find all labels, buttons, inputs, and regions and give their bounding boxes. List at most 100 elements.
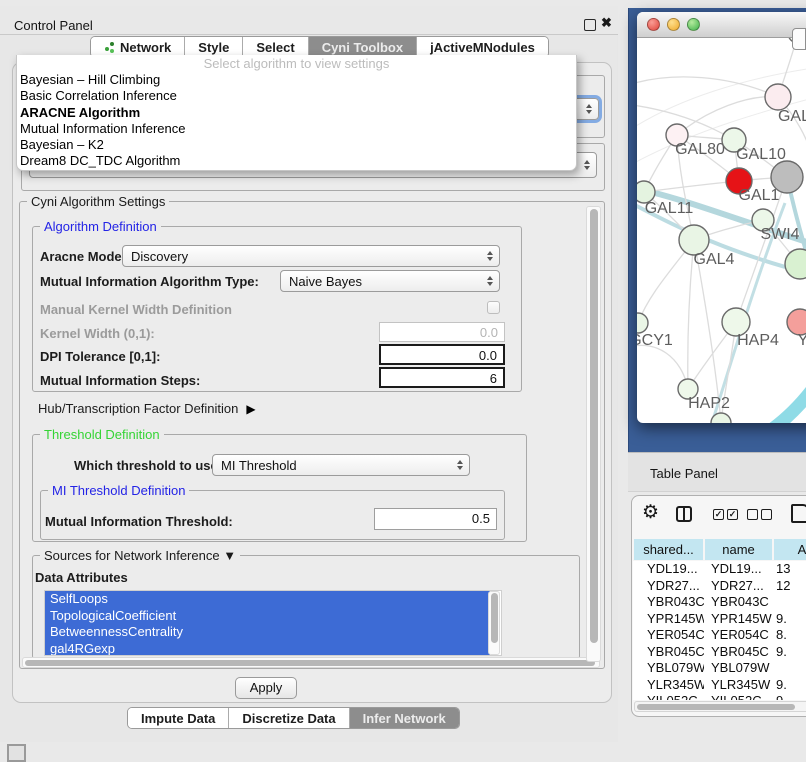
mi-threshold-field[interactable]: 0.5 (374, 508, 497, 530)
close-window-icon[interactable] (647, 18, 660, 31)
hub-tf-definition-label: Hub/Transcription Factor Definition (38, 401, 238, 416)
dropdown-item[interactable]: Dream8 DC_TDC Algorithm (17, 153, 576, 169)
table-row[interactable]: YBR043C YBR043C (633, 594, 806, 611)
control-panel-tab[interactable]: Network (91, 37, 184, 57)
kernel-width-label: Kernel Width (0,1): (40, 326, 155, 341)
combo-arrows-icon (584, 160, 590, 170)
cell-name: YIL052C (704, 693, 773, 700)
table-row[interactable]: YBL079W YBL079W (633, 660, 806, 677)
attributes-scrollbar[interactable] (488, 591, 500, 655)
group-title: MI Threshold Definition (48, 483, 189, 498)
table-row[interactable]: YBR045C YBR045C 9. (633, 644, 806, 661)
table-row[interactable]: YIL052C YIL052C 9. (633, 693, 806, 700)
gear-icon[interactable]: ⚙ (642, 501, 659, 524)
data-attributes-list[interactable]: SelfLoops TopologicalCoefficient Between… (44, 590, 502, 656)
attribute-list-item[interactable]: gal4RGexp (45, 641, 490, 657)
bottom-tab[interactable]: Infer Network (349, 708, 459, 728)
group-title: Cyni Algorithm Settings (27, 194, 169, 209)
table-row[interactable]: YDR27... YDR27... 12 (633, 578, 806, 595)
dropdown-item[interactable]: Mutual Information Inference (17, 121, 576, 137)
table-header-row: shared... name A (634, 539, 806, 560)
float-panel-icon[interactable] (584, 19, 596, 31)
table-row[interactable]: YER054C YER054C 8. (633, 627, 806, 644)
table-row[interactable]: YPR145W YPR145W 9. (633, 611, 806, 628)
control-panel-tab[interactable]: Style (184, 37, 242, 57)
network-node-gal[interactable] (765, 84, 791, 110)
columns-icon[interactable] (676, 506, 692, 522)
cell-name: YDR27... (704, 578, 773, 595)
tab-label: Infer Network (363, 711, 446, 726)
cell-name: YER054C (704, 627, 773, 644)
algorithm-dropdown-popup: Select algorithm to view settings Bayesi… (16, 55, 577, 171)
column-header[interactable]: name (705, 539, 772, 560)
mi-steps-label: Mutual Information Steps: (40, 373, 200, 388)
attribute-list-item[interactable]: TopologicalCoefficient (45, 608, 490, 625)
collapsed-panel-icon[interactable] (7, 744, 26, 762)
mi-steps-field[interactable]: 6 (379, 367, 505, 388)
settings-horizontal-scrollbar[interactable] (22, 657, 600, 668)
network-node-label: SWI4 (760, 226, 799, 243)
cell-shared-name: YER054C (633, 627, 704, 644)
cell-name: YBR045C (704, 644, 773, 661)
dropdown-item[interactable]: Bayesian – Hill Climbing (17, 72, 576, 88)
dropdown-item[interactable]: Basic Correlation Inference (17, 88, 576, 104)
close-panel-icon[interactable]: ✖ (601, 15, 612, 31)
mi-algorithm-type-select[interactable]: Naive Bayes (280, 270, 500, 292)
table-row[interactable]: YDL19... YDL19... 13 (633, 561, 806, 578)
manual-kernel-width-label: Manual Kernel Width Definition (40, 302, 232, 317)
network-canvas[interactable]: GALGAL80GAL10GAL1GAL11SWI4GAL4GCY1HAP4YH… (637, 38, 806, 423)
kernel-width-field[interactable]: 0.0 (379, 322, 505, 342)
select-all-checkbox-icon[interactable]: ✓ (727, 509, 738, 520)
aracne-mode-select[interactable]: Discovery (122, 245, 500, 267)
cell-name: YBL079W (704, 660, 773, 677)
group-title: Sources for Network Inference ▼ (40, 548, 240, 563)
settings-vertical-scrollbar[interactable] (586, 206, 601, 662)
collapse-down-icon[interactable]: ▼ (223, 548, 236, 563)
minimize-window-icon[interactable] (667, 18, 680, 31)
control-panel-tab[interactable]: jActiveMNodules (416, 37, 548, 57)
bottom-tab[interactable]: Discretize Data (228, 708, 348, 728)
network-node[interactable] (771, 161, 803, 193)
combo-arrows-icon (487, 251, 493, 261)
zoom-window-icon[interactable] (687, 18, 700, 31)
table-panel-header: Table Panel (628, 452, 806, 492)
cell-name: YLR345W (704, 677, 773, 694)
cell-shared-name: YIL052C (633, 693, 704, 700)
column-header[interactable]: shared... (634, 539, 703, 560)
dpi-tolerance-field[interactable]: 0.0 (379, 344, 505, 365)
selected-value: MI Threshold (221, 458, 297, 473)
network-node[interactable] (785, 249, 806, 279)
network-node-gcy1[interactable] (637, 313, 648, 333)
attribute-list-item[interactable]: SelfLoops (45, 591, 490, 608)
cell-name: YPR145W (704, 611, 773, 628)
tab-label: jActiveMNodules (430, 40, 535, 55)
control-panel-tab[interactable]: Select (242, 37, 307, 57)
network-window[interactable]: GALGAL80GAL10GAL1GAL11SWI4GAL4GCY1HAP4YH… (637, 12, 806, 423)
network-node-label: GAL (778, 108, 806, 125)
attribute-list-item[interactable]: BetweennessCentrality (45, 624, 490, 641)
apply-button[interactable]: Apply (235, 677, 297, 699)
deselect-checkbox-icon[interactable] (747, 509, 758, 520)
expand-right-icon: ▶ (246, 402, 255, 416)
cell-value: 9. (773, 677, 806, 694)
network-icon (104, 42, 115, 52)
dropdown-item[interactable]: Bayesian – K2 (17, 137, 576, 153)
panel-title: Control Panel (14, 18, 93, 33)
manual-kernel-width-checkbox[interactable] (487, 301, 500, 314)
hub-tf-definition-toggle[interactable]: Hub/Transcription Factor Definition ▶ (38, 401, 256, 416)
export-table-icon[interactable] (791, 504, 806, 523)
table-horizontal-scrollbar[interactable] (634, 701, 806, 712)
table-row[interactable]: YLR345W YLR345W 9. (633, 677, 806, 694)
dropdown-item[interactable]: ARACNE Algorithm (17, 105, 576, 121)
bottom-tab[interactable]: Impute Data (128, 708, 228, 728)
table-toolbar: ⚙ ✓ ✓ (632, 496, 806, 538)
cell-value (773, 594, 806, 611)
select-all-checkbox-icon[interactable]: ✓ (713, 509, 724, 520)
network-node-label: Y (798, 332, 806, 349)
cell-shared-name: YPR145W (633, 611, 704, 628)
window-edge-handle[interactable] (792, 28, 806, 50)
column-header[interactable]: A (774, 539, 806, 560)
deselect-checkbox-icon[interactable] (761, 509, 772, 520)
control-panel-tab[interactable]: Cyni Toolbox (308, 37, 416, 57)
which-threshold-select[interactable]: MI Threshold (212, 454, 470, 476)
